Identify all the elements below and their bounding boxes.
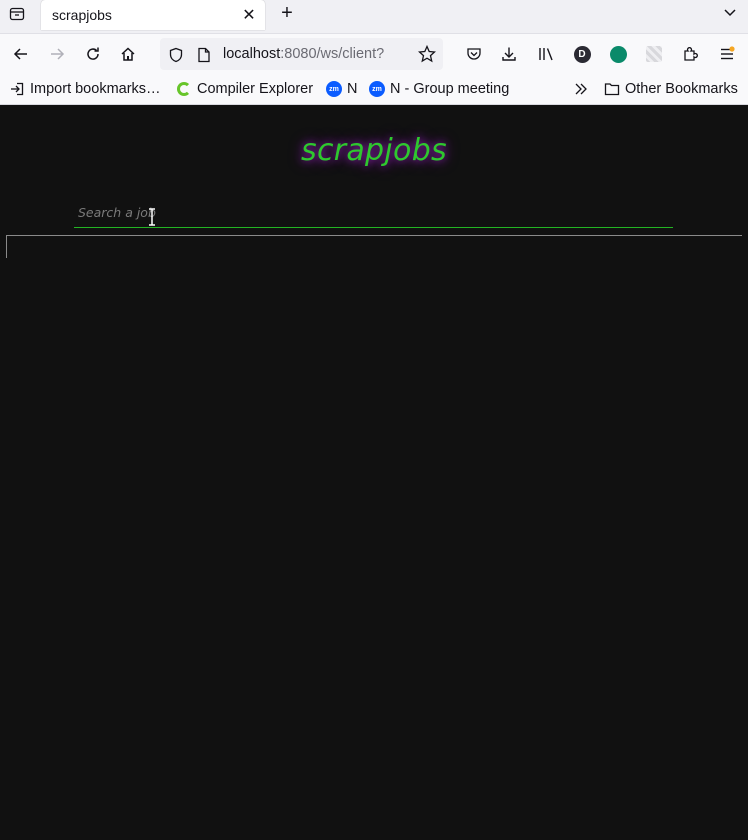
new-tab-icon[interactable]: + (276, 2, 298, 24)
forward-icon[interactable] (45, 42, 69, 66)
other-bookmarks-label: Other Bookmarks (625, 81, 738, 97)
extension-placeholder-icon[interactable] (642, 42, 666, 66)
navigation-toolbar: localhost:8080/ws/client? D off (0, 33, 748, 84)
search-input[interactable] (74, 198, 673, 226)
url-path: :8080/ws/client? (280, 46, 385, 62)
url-host: localhost (223, 46, 281, 62)
tab-strip: scrapjobs ✕ + (0, 0, 748, 33)
shield-icon[interactable] (167, 46, 185, 64)
zoom-icon: zm (326, 81, 342, 97)
puzzle-piece-icon[interactable] (678, 42, 702, 66)
results-area (6, 236, 7, 258)
import-icon (9, 81, 25, 97)
page-content: scrapjobs (0, 105, 748, 840)
page-title: scrapjobs (301, 133, 447, 168)
download-icon[interactable] (497, 42, 521, 66)
library-icon[interactable] (534, 42, 558, 66)
back-icon[interactable] (9, 42, 33, 66)
results-divider (6, 235, 742, 236)
compiler-explorer-icon (176, 81, 192, 97)
menu-icon[interactable] (715, 42, 739, 66)
bookmark-compiler-explorer[interactable]: Compiler Explorer (176, 80, 313, 98)
bookmark-group-meeting[interactable]: zm N - Group meeting (369, 80, 509, 98)
zoom-icon: zm (369, 81, 385, 97)
close-icon[interactable]: ✕ (237, 3, 261, 27)
chevron-down-icon[interactable] (719, 0, 741, 24)
bookmark-label: N - Group meeting (390, 81, 510, 97)
home-icon[interactable] (116, 42, 140, 66)
bookmark-n[interactable]: zm N (326, 80, 357, 98)
firefox-view-icon[interactable] (6, 3, 28, 25)
page-icon[interactable] (195, 46, 213, 64)
bookmarks-toolbar: Import bookmarks… Compiler Explorer zm N… (0, 73, 748, 105)
tab-title: scrapjobs (52, 7, 112, 23)
bookmark-import[interactable]: Import bookmarks… (9, 80, 161, 98)
other-bookmarks[interactable]: Other Bookmarks (604, 80, 738, 98)
profile-initial: D (573, 45, 591, 63)
bookmark-label: Import bookmarks… (30, 81, 161, 97)
bookmark-label: N (347, 81, 358, 97)
reload-icon[interactable] (81, 42, 105, 66)
tab-scrapjobs[interactable]: scrapjobs ✕ (41, 0, 265, 30)
address-bar[interactable]: localhost:8080/ws/client? (160, 38, 443, 70)
url-text: localhost:8080/ws/client? (223, 46, 384, 62)
bookmarks-overflow-icon[interactable] (573, 80, 589, 98)
pocket-icon[interactable] (462, 42, 486, 66)
bookmark-label: Compiler Explorer (197, 81, 314, 97)
text-cursor-icon (149, 208, 155, 226)
bookmark-star-icon[interactable] (415, 42, 439, 66)
extension-icon[interactable] (606, 42, 630, 66)
profile-avatar[interactable]: D (570, 42, 594, 66)
search-field (74, 198, 673, 228)
folder-icon (604, 81, 620, 97)
